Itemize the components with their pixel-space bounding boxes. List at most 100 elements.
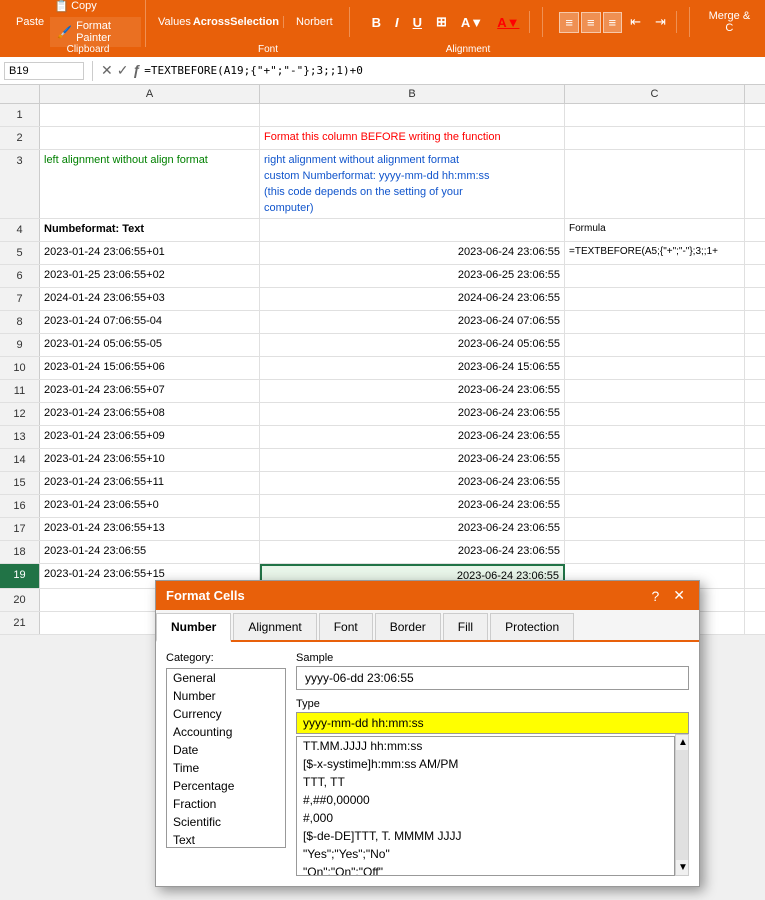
type-item[interactable]: "Yes";"Yes";"No" <box>297 845 674 863</box>
cell-b[interactable]: 2023-06-24 07:06:55 <box>260 311 565 333</box>
dialog-tab-number[interactable]: Number <box>156 613 231 642</box>
copy-button[interactable]: 📋 Copy <box>50 0 141 15</box>
bold-button[interactable]: B <box>366 12 387 33</box>
cell-c[interactable] <box>565 541 745 563</box>
cell-a[interactable]: left alignment without align format <box>40 150 260 218</box>
align-right-button[interactable]: ≡ <box>603 12 623 33</box>
category-list[interactable]: GeneralNumberCurrencyAccountingDateTimeP… <box>166 668 286 848</box>
category-item-text[interactable]: Text <box>167 831 285 848</box>
formula-input[interactable] <box>144 64 761 77</box>
italic-button[interactable]: I <box>389 12 405 33</box>
table-row[interactable]: 52023-01-24 23:06:55+012023-06-24 23:06:… <box>0 242 765 265</box>
type-list[interactable]: TT.MM.JJJJ hh:mm:ss[$-x-systime]h:mm:ss … <box>296 736 675 876</box>
cell-a[interactable]: 2023-01-25 23:06:55+02 <box>40 265 260 287</box>
cell-b[interactable] <box>260 219 565 241</box>
cell-ref-input[interactable] <box>4 62 84 80</box>
cell-b[interactable]: 2023-06-24 23:06:55 <box>260 403 565 425</box>
cell-c[interactable] <box>565 403 745 425</box>
cell-b[interactable]: 2023-06-24 23:06:55 <box>260 541 565 563</box>
table-row[interactable]: 112023-01-24 23:06:55+072023-06-24 23:06… <box>0 380 765 403</box>
type-item[interactable]: #,##0,00000 <box>297 791 674 809</box>
table-row[interactable]: 3left alignment without align formatrigh… <box>0 150 765 219</box>
table-row[interactable]: 1 <box>0 104 765 127</box>
merge-button[interactable]: Merge & C <box>702 8 757 36</box>
indent-increase-button[interactable]: ⇥ <box>649 11 672 33</box>
cell-a[interactable]: 2023-01-24 23:06:55+01 <box>40 242 260 264</box>
category-item-fraction[interactable]: Fraction <box>167 795 285 813</box>
scrollbar-down[interactable]: ▼ <box>676 860 688 875</box>
table-row[interactable]: 82023-01-24 07:06:55-042023-06-24 07:06:… <box>0 311 765 334</box>
cell-b[interactable] <box>260 104 565 126</box>
cell-a[interactable]: 2023-01-24 15:06:55+06 <box>40 357 260 379</box>
cell-a[interactable]: 2023-01-24 05:06:55-05 <box>40 334 260 356</box>
type-item[interactable]: TTT, TT <box>297 773 674 791</box>
scrollbar-up[interactable]: ▲ <box>676 735 688 750</box>
cell-a[interactable]: 2023-01-24 23:06:55+09 <box>40 426 260 448</box>
scrollbar-track[interactable] <box>676 750 688 860</box>
cell-c[interactable] <box>565 518 745 540</box>
paste-button[interactable]: Paste <box>12 14 48 30</box>
cell-b[interactable]: right alignment without alignment format… <box>260 150 565 218</box>
cell-b[interactable]: 2023-06-24 15:06:55 <box>260 357 565 379</box>
cell-c[interactable] <box>565 150 745 218</box>
category-item-number[interactable]: Number <box>167 687 285 705</box>
indent-decrease-button[interactable]: ⇤ <box>624 11 647 33</box>
cell-c[interactable] <box>565 495 745 517</box>
category-item-accounting[interactable]: Accounting <box>167 723 285 741</box>
function-icon[interactable]: ƒ <box>132 62 140 79</box>
table-row[interactable]: 4Numbeformat: TextFormula <box>0 219 765 242</box>
category-item-time[interactable]: Time <box>167 759 285 777</box>
category-item-currency[interactable]: Currency <box>167 705 285 723</box>
category-item-scientific[interactable]: Scientific <box>167 813 285 831</box>
dialog-help-button[interactable]: ? <box>647 587 663 604</box>
cell-a[interactable]: 2024-01-24 23:06:55+03 <box>40 288 260 310</box>
cell-c[interactable] <box>565 334 745 356</box>
cancel-icon[interactable]: ✕ <box>101 62 113 79</box>
dialog-tab-fill[interactable]: Fill <box>443 613 488 640</box>
cell-a[interactable]: 2023-01-24 23:06:55 <box>40 541 260 563</box>
cell-c[interactable] <box>565 426 745 448</box>
table-row[interactable]: 122023-01-24 23:06:55+082023-06-24 23:06… <box>0 403 765 426</box>
cell-b[interactable]: 2023-06-24 23:06:55 <box>260 472 565 494</box>
table-row[interactable]: 2Format this column BEFORE writing the f… <box>0 127 765 150</box>
cell-c[interactable] <box>565 265 745 287</box>
cell-c[interactable]: Formula <box>565 219 745 241</box>
align-left-button[interactable]: ≡ <box>559 12 579 33</box>
fill-color-button[interactable]: A▼ <box>455 12 489 33</box>
type-item[interactable]: [$-de-DE]TTT, T. MMMM JJJJ <box>297 827 674 845</box>
cell-b[interactable]: 2023-06-24 23:06:55 <box>260 518 565 540</box>
cell-c[interactable] <box>565 449 745 471</box>
cell-a[interactable]: 2023-01-24 23:06:55+10 <box>40 449 260 471</box>
cell-a[interactable]: Numbeformat: Text <box>40 219 260 241</box>
align-center-button[interactable]: ≡ <box>581 12 601 33</box>
font-color-button[interactable]: A▼ <box>491 12 525 33</box>
cell-b[interactable]: 2023-06-24 23:06:55 <box>260 380 565 402</box>
type-item[interactable]: "On";"On";"Off" <box>297 863 674 876</box>
category-item-general[interactable]: General <box>167 669 285 687</box>
dialog-tab-font[interactable]: Font <box>319 613 373 640</box>
category-item-percentage[interactable]: Percentage <box>167 777 285 795</box>
cell-b[interactable]: 2023-06-24 05:06:55 <box>260 334 565 356</box>
dialog-close-button[interactable]: ✕ <box>669 587 689 604</box>
cell-a[interactable]: 2023-01-24 23:06:55+07 <box>40 380 260 402</box>
cell-c[interactable] <box>565 380 745 402</box>
border-button[interactable]: ⊞ <box>430 11 453 33</box>
cell-a[interactable]: 2023-01-24 23:06:55+13 <box>40 518 260 540</box>
cell-b[interactable]: 2023-06-24 23:06:55 <box>260 449 565 471</box>
format-painter-button[interactable]: 🖌️ Format Painter <box>50 17 141 47</box>
cell-b[interactable]: 2023-06-25 23:06:55 <box>260 265 565 287</box>
dialog-tab-protection[interactable]: Protection <box>490 613 574 640</box>
cell-c[interactable] <box>565 127 745 149</box>
table-row[interactable]: 102023-01-24 15:06:55+062023-06-24 15:06… <box>0 357 765 380</box>
table-row[interactable]: 172023-01-24 23:06:55+132023-06-24 23:06… <box>0 518 765 541</box>
cell-c[interactable] <box>565 104 745 126</box>
cell-b[interactable]: Format this column BEFORE writing the fu… <box>260 127 565 149</box>
underline-button[interactable]: U <box>407 12 428 33</box>
category-item-date[interactable]: Date <box>167 741 285 759</box>
cell-c[interactable]: =TEXTBEFORE(A5;{"+";"-"};3;;1+ <box>565 242 745 264</box>
table-row[interactable]: 72024-01-24 23:06:55+032024-06-24 23:06:… <box>0 288 765 311</box>
type-item[interactable]: TT.MM.JJJJ hh:mm:ss <box>297 737 674 755</box>
table-row[interactable]: 142023-01-24 23:06:55+102023-06-24 23:06… <box>0 449 765 472</box>
cell-b[interactable]: 2024-06-24 23:06:55 <box>260 288 565 310</box>
cell-a[interactable]: 2023-01-24 23:06:55+0 <box>40 495 260 517</box>
